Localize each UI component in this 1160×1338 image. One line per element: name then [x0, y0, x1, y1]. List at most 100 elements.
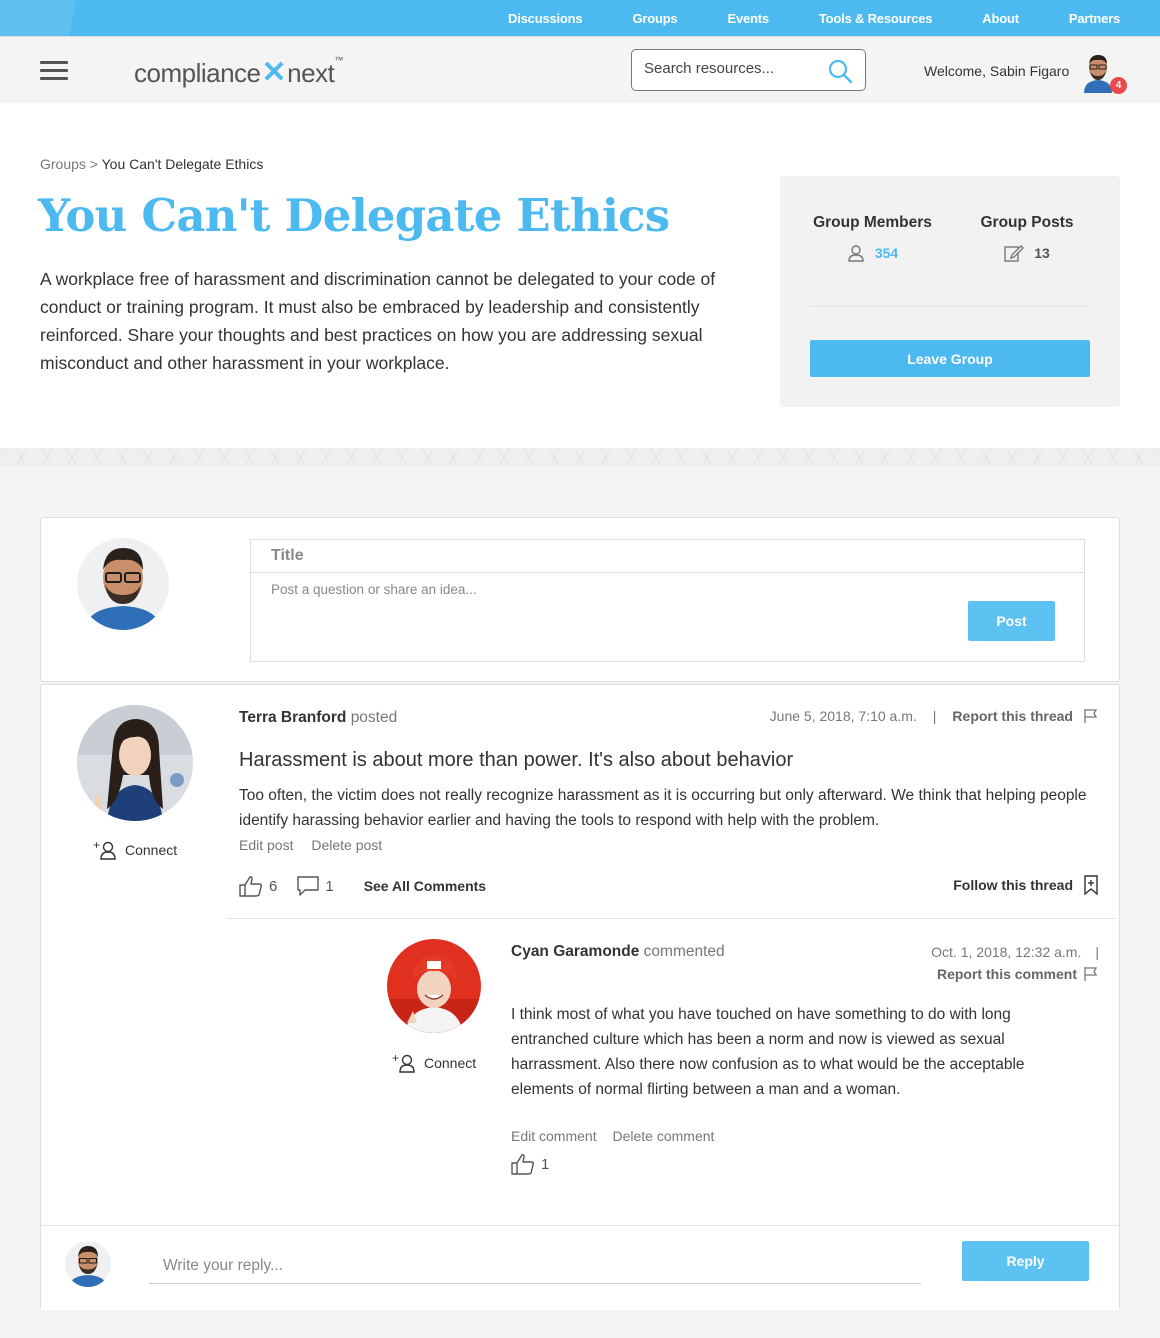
thread-author-line: Terra Branford posted	[239, 709, 397, 727]
top-nav: Discussions Groups Events Tools & Resour…	[508, 0, 1120, 36]
comment-like-button[interactable]: 1	[511, 1153, 549, 1175]
edit-post-link[interactable]: Edit post	[239, 837, 293, 853]
group-members-label: Group Members	[813, 214, 932, 231]
comment-author-line: Cyan Garamonde commented	[511, 943, 725, 961]
group-stats-card: Group Members 354 Group Posts 13 Leave G…	[780, 176, 1120, 407]
post-button[interactable]: Post	[968, 601, 1055, 641]
breadcrumb-groups-link[interactable]: Groups	[40, 156, 86, 172]
group-posts-stat: Group Posts 13	[976, 214, 1078, 262]
top-nav-bar: Discussions Groups Events Tools & Resour…	[0, 0, 1160, 36]
connect-terra-button[interactable]: + Connect	[93, 840, 177, 860]
user-icon	[848, 245, 864, 262]
connect-label: Connect	[424, 1055, 477, 1071]
delete-comment-link[interactable]: Delete comment	[612, 1128, 714, 1144]
delete-post-link[interactable]: Delete post	[311, 837, 382, 853]
edit-icon	[1004, 245, 1025, 262]
reply-user-avatar	[65, 1241, 111, 1287]
breadcrumb-separator: >	[85, 156, 102, 172]
search-input[interactable]	[644, 60, 824, 77]
comment-author-avatar[interactable]	[387, 939, 481, 1033]
thread-title[interactable]: Harassment is about more than power. It'…	[239, 749, 793, 772]
connect-cyan-button[interactable]: + Connect	[392, 1053, 476, 1073]
thread-author-avatar[interactable]	[77, 705, 193, 821]
comment-icon	[297, 876, 320, 896]
logo-text-right: next	[287, 58, 335, 88]
see-all-comments-link[interactable]: See All Comments	[364, 878, 486, 894]
comment-body: I think most of what you have touched on…	[511, 1006, 1025, 1098]
thumbs-up-icon	[239, 876, 263, 897]
thread-comment-count: 1	[325, 877, 334, 895]
page-title: You Can't Delegate Ethics	[38, 189, 670, 242]
flag-icon[interactable]	[1083, 708, 1099, 724]
thread-stats: 6 1 See All Comments	[239, 875, 486, 897]
reply-button[interactable]: Reply	[962, 1241, 1089, 1281]
comment-actions: Edit comment Delete comment	[511, 1128, 726, 1144]
card-divider	[810, 306, 1090, 307]
hamburger-menu-icon[interactable]	[40, 61, 68, 81]
nav-events[interactable]: Events	[727, 11, 769, 26]
thread-card: + Connect Terra Branford posted June 5, …	[40, 684, 1120, 1310]
report-comment-link[interactable]: Report this comment	[937, 963, 1077, 985]
comment-action: commented	[643, 943, 725, 960]
comment-date: Oct. 1, 2018, 12:32 a.m.	[931, 944, 1082, 960]
nav-partners[interactable]: Partners	[1069, 11, 1120, 26]
thread-comment-button[interactable]: 1	[297, 876, 334, 896]
meta-separator: |	[1095, 944, 1099, 960]
follow-thread-label: Follow this thread	[953, 877, 1073, 893]
logo-trademark: ™	[334, 55, 343, 65]
group-members-count[interactable]: 354	[875, 245, 898, 261]
group-posts-label: Group Posts	[980, 214, 1074, 231]
logo-x-mark: ✕	[261, 56, 287, 89]
nav-groups[interactable]: Groups	[632, 11, 677, 26]
nav-discussions[interactable]: Discussions	[508, 11, 583, 26]
nav-about[interactable]: About	[982, 11, 1019, 26]
meta-separator: |	[932, 708, 937, 724]
reply-input[interactable]	[149, 1248, 921, 1284]
group-description: A workplace free of harassment and discr…	[40, 269, 716, 373]
thread-body: Too often, the victim does not really re…	[239, 787, 1087, 829]
nav-tools-resources[interactable]: Tools & Resources	[819, 11, 933, 26]
decorative-stripe	[0, 0, 160, 36]
thread-author-name[interactable]: Terra Branford	[239, 709, 346, 726]
follow-thread-button[interactable]: Follow this thread	[953, 875, 1099, 895]
add-user-icon: +	[392, 1053, 415, 1073]
breadcrumb-current: You Can't Delegate Ethics	[101, 156, 264, 172]
composer-user-avatar	[77, 538, 169, 630]
composer-form: Post	[250, 539, 1085, 662]
breadcrumb: Groups > You Can't Delegate Ethics	[40, 156, 263, 172]
thread-divider	[226, 918, 1116, 919]
post-composer: Post	[40, 517, 1120, 682]
group-hero: Groups > You Can't Delegate Ethics You C…	[0, 103, 1160, 448]
add-user-icon: +	[93, 840, 116, 860]
group-posts-count: 13	[1034, 245, 1050, 261]
comment-like-count: 1	[541, 1155, 550, 1173]
notification-badge[interactable]: 4	[1110, 77, 1127, 94]
svg-text:+: +	[392, 1053, 399, 1065]
comment-meta: Oct. 1, 2018, 12:32 a.m. | Report this co…	[931, 941, 1099, 985]
logo-text-left: compliance	[134, 58, 261, 88]
search-icon[interactable]	[827, 58, 853, 84]
report-thread-link[interactable]: Report this thread	[952, 708, 1073, 724]
thread-like-button[interactable]: 6	[239, 875, 277, 897]
thread-actions: Edit post Delete post	[239, 837, 396, 853]
search-box	[631, 49, 866, 91]
thread-date: June 5, 2018, 7:10 a.m.	[769, 708, 917, 724]
post-title-input[interactable]	[251, 540, 1084, 573]
connect-label: Connect	[125, 842, 178, 858]
edit-comment-link[interactable]: Edit comment	[511, 1128, 597, 1144]
comment-author-name[interactable]: Cyan Garamonde	[511, 943, 639, 960]
site-logo[interactable]: compliance✕next™	[134, 55, 343, 90]
flag-icon[interactable]	[1083, 966, 1099, 982]
svg-text:+: +	[93, 840, 100, 852]
thread-like-count: 6	[269, 877, 278, 895]
welcome-text: Welcome, Sabin Figaro	[924, 63, 1070, 79]
bookmark-add-icon	[1084, 875, 1098, 895]
post-body-input[interactable]	[271, 582, 921, 642]
site-header: compliance✕next™ Welcome, Sabin Figaro 4	[0, 36, 1160, 103]
thread-action: posted	[350, 709, 398, 726]
reply-bar: Reply	[41, 1225, 1119, 1310]
group-members-stat: Group Members 354	[810, 214, 935, 262]
leave-group-button[interactable]: Leave Group	[810, 340, 1090, 377]
thumbs-up-icon	[511, 1154, 535, 1175]
decorative-pattern-band	[0, 448, 1160, 466]
